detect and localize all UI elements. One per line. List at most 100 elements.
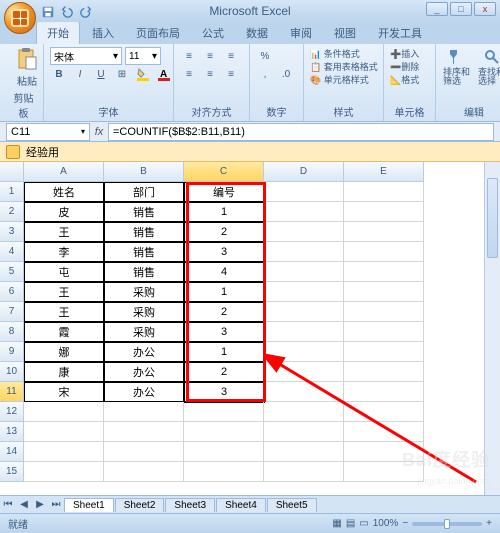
find-select-button[interactable]: 查找和 选择 [477, 47, 500, 87]
zoom-out-button[interactable]: − [402, 518, 408, 529]
tab-insert[interactable]: 插入 [82, 22, 124, 44]
fx-icon[interactable]: fx [90, 126, 108, 138]
cell[interactable]: 康 [24, 362, 104, 382]
cell[interactable]: 屯 [24, 262, 104, 282]
cell[interactable]: 采购 [104, 302, 184, 322]
cell[interactable] [344, 182, 424, 202]
name-box[interactable]: C11▾ [6, 123, 90, 141]
tab-formulas[interactable]: 公式 [192, 22, 234, 44]
cell[interactable] [344, 342, 424, 362]
cell[interactable] [344, 222, 424, 242]
tab-review[interactable]: 审阅 [280, 22, 322, 44]
cell[interactable]: 姓名 [24, 182, 104, 202]
row-header[interactable]: 10 [0, 362, 24, 382]
formula-bar[interactable]: =COUNTIF($B$2:B11,B11) [108, 123, 494, 141]
cell[interactable]: 销售 [104, 222, 184, 242]
format-button[interactable]: 📐格式 [390, 73, 429, 86]
cell[interactable] [264, 382, 344, 402]
cell[interactable]: 3 [184, 322, 264, 342]
undo-icon[interactable] [59, 4, 75, 20]
row-header[interactable]: 6 [0, 282, 24, 302]
align-top-icon[interactable]: ≡ [180, 47, 198, 65]
tab-layout[interactable]: 页面布局 [126, 22, 190, 44]
cell[interactable] [24, 442, 104, 462]
cell[interactable]: 销售 [104, 242, 184, 262]
italic-button[interactable]: I [71, 65, 89, 83]
row-header[interactable]: 3 [0, 222, 24, 242]
cell[interactable] [264, 322, 344, 342]
cell[interactable] [264, 182, 344, 202]
cell[interactable]: 皮 [24, 202, 104, 222]
cell[interactable]: 2 [184, 362, 264, 382]
row-header[interactable]: 13 [0, 422, 24, 442]
tab-home[interactable]: 开始 [36, 21, 80, 44]
cell[interactable] [344, 422, 424, 442]
col-header[interactable]: D [264, 162, 344, 182]
sheet-tab[interactable]: Sheet3 [165, 498, 215, 512]
cell[interactable] [104, 462, 184, 482]
maximize-button[interactable]: □ [450, 2, 472, 16]
tab-nav-last-icon[interactable]: ⏭ [48, 497, 64, 513]
tab-nav-next-icon[interactable]: ▶ [32, 497, 48, 513]
cell[interactable]: 4 [184, 262, 264, 282]
tab-developer[interactable]: 开发工具 [368, 22, 432, 44]
worksheet[interactable]: ABCDE1姓名部门编号2皮销售13王销售24李销售35屯销售46王采购17王采… [0, 162, 500, 512]
comma-icon[interactable]: , [256, 65, 274, 83]
percent-icon[interactable]: % [256, 47, 274, 65]
cell[interactable]: 宋 [24, 382, 104, 402]
cell[interactable] [264, 202, 344, 222]
office-button[interactable] [4, 2, 36, 34]
row-header[interactable]: 8 [0, 322, 24, 342]
cell[interactable] [344, 402, 424, 422]
scrollbar-thumb[interactable] [487, 178, 498, 258]
view-layout-icon[interactable]: ▤ [346, 518, 355, 529]
sort-filter-button[interactable]: 排序和 筛选 [442, 47, 471, 87]
row-header[interactable]: 2 [0, 202, 24, 222]
close-button[interactable]: x [474, 2, 496, 16]
vertical-scrollbar[interactable] [484, 162, 500, 512]
fill-color-button[interactable] [134, 65, 152, 83]
row-header[interactable]: 4 [0, 242, 24, 262]
col-header[interactable]: B [104, 162, 184, 182]
redo-icon[interactable] [78, 4, 94, 20]
cell[interactable] [344, 362, 424, 382]
cell[interactable]: 办公 [104, 362, 184, 382]
cell[interactable] [264, 282, 344, 302]
cell[interactable]: 3 [184, 382, 264, 402]
cell[interactable] [24, 462, 104, 482]
cell[interactable]: 1 [184, 282, 264, 302]
font-size-combo[interactable]: 11▾ [125, 47, 161, 65]
cell[interactable] [264, 442, 344, 462]
cell[interactable] [264, 262, 344, 282]
font-color-button[interactable]: A [155, 65, 173, 83]
cell[interactable] [344, 202, 424, 222]
col-header[interactable]: E [344, 162, 424, 182]
cell[interactable]: 销售 [104, 262, 184, 282]
tab-nav-first-icon[interactable]: ⏮ [0, 497, 16, 513]
cell[interactable]: 1 [184, 202, 264, 222]
insert-button[interactable]: ➕插入 [390, 47, 429, 60]
minimize-button[interactable]: _ [426, 2, 448, 16]
align-mid-icon[interactable]: ≡ [201, 47, 219, 65]
align-left-icon[interactable]: ≡ [180, 65, 198, 83]
cell[interactable] [344, 462, 424, 482]
row-header[interactable]: 5 [0, 262, 24, 282]
cell[interactable] [24, 402, 104, 422]
cell[interactable]: 娜 [24, 342, 104, 362]
decimal-inc-icon[interactable]: .0 [277, 65, 295, 83]
cell[interactable]: 销售 [104, 202, 184, 222]
view-normal-icon[interactable]: ▦ [332, 518, 341, 529]
paste-button[interactable]: 粘贴 [10, 47, 44, 88]
save-icon[interactable] [40, 4, 56, 20]
cell[interactable]: 编号 [184, 182, 264, 202]
col-header[interactable]: A [24, 162, 104, 182]
cell[interactable] [344, 322, 424, 342]
tab-data[interactable]: 数据 [236, 22, 278, 44]
cell[interactable] [344, 262, 424, 282]
cell[interactable]: 办公 [104, 382, 184, 402]
sheet-tab[interactable]: Sheet2 [115, 498, 165, 512]
cell[interactable] [264, 462, 344, 482]
cell[interactable] [184, 422, 264, 442]
cell[interactable]: 采购 [104, 282, 184, 302]
cell[interactable] [344, 282, 424, 302]
